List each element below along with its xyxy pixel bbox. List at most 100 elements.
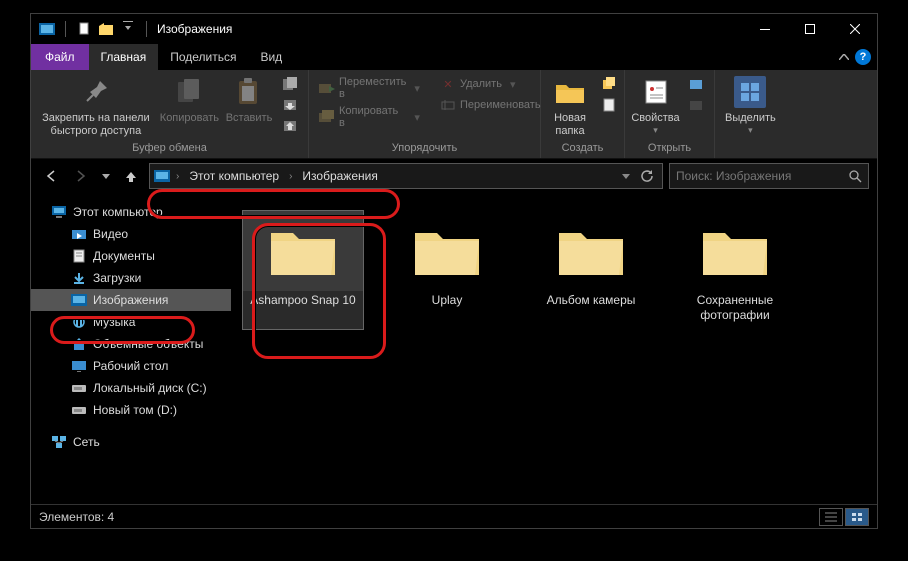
properties-icon (640, 76, 672, 108)
copy-icon (173, 76, 205, 108)
tree-item-icon (71, 314, 87, 330)
open-item-1[interactable] (684, 74, 708, 94)
new-group-label: Создать (547, 140, 618, 156)
tree-item-2[interactable]: Загрузки (31, 267, 231, 289)
folder-label: Ashampoo Snap 10 (248, 291, 357, 314)
search-placeholder: Поиск: Изображения (676, 169, 791, 183)
ribbon: Закрепить на панели быстрого доступа Коп… (31, 70, 877, 159)
tab-file[interactable]: Файл (31, 44, 89, 70)
tree-item-7[interactable]: Локальный диск (C:) (31, 377, 231, 399)
maximize-button[interactable] (787, 14, 832, 44)
search-box[interactable]: Поиск: Изображения (669, 163, 869, 189)
tree-item-0[interactable]: Видео (31, 223, 231, 245)
folder-icon (387, 211, 507, 291)
tree-item-icon (71, 270, 87, 286)
breadcrumb[interactable]: › Этот компьютер › Изображения (149, 163, 663, 189)
pin-icon (80, 76, 112, 108)
paste-shortcut-3[interactable] (278, 116, 302, 136)
folder-item[interactable]: Сохраненные фотографии (675, 211, 795, 329)
navigation-pane[interactable]: Этот компьютер ВидеоДокументыЗагрузкиИзо… (31, 193, 231, 504)
history-chevron-icon[interactable] (618, 174, 634, 179)
select-button[interactable]: Выделить ▾ (721, 74, 780, 138)
copy-to-button[interactable]: Копировать в▾ (315, 103, 424, 131)
refresh-icon[interactable] (636, 169, 658, 183)
folder-item[interactable]: Uplay (387, 211, 507, 329)
tree-item-8[interactable]: Новый том (D:) (31, 399, 231, 421)
new-item-1[interactable] (597, 74, 621, 94)
qa-icon-1[interactable] (76, 21, 92, 37)
view-details-button[interactable] (819, 508, 843, 526)
view-icons-button[interactable] (845, 508, 869, 526)
paste-icon (233, 76, 265, 108)
delete-button[interactable]: ✕Удалить▾ (436, 74, 545, 94)
organize-group-label: Упорядочить (315, 140, 534, 156)
tree-item-icon (71, 380, 87, 396)
chevron-right-icon[interactable]: › (285, 171, 296, 182)
tree-item-6[interactable]: Рабочий стол (31, 355, 231, 377)
open-group-label: Открыть (631, 140, 708, 156)
network-icon (51, 434, 67, 450)
nav-up-button[interactable] (119, 164, 143, 188)
nav-forward-button[interactable] (69, 164, 93, 188)
paste-shortcut-2[interactable] (278, 95, 302, 115)
tree-item-icon (71, 358, 87, 374)
tab-view[interactable]: Вид (248, 44, 294, 70)
titlebar: Изображения (31, 14, 877, 44)
window-title: Изображения (157, 22, 232, 36)
ribbon-tabs: Файл Главная Поделиться Вид ? (31, 44, 877, 70)
tree-this-pc[interactable]: Этот компьютер (31, 201, 231, 223)
folder-label: Альбом камеры (545, 291, 638, 314)
tree-item-4[interactable]: Музыка (31, 311, 231, 333)
folder-label: Сохраненные фотографии (675, 291, 795, 329)
tree-item-3[interactable]: Изображения (31, 289, 231, 311)
breadcrumb-root-icon (154, 168, 170, 184)
close-button[interactable] (832, 14, 877, 44)
nav-history-button[interactable] (99, 164, 113, 188)
folder-icon (243, 211, 363, 291)
clipboard-group-label: Буфер обмена (37, 140, 302, 156)
tree-item-icon (71, 336, 87, 352)
chevron-right-icon[interactable]: › (172, 171, 183, 182)
tree-item-icon (71, 402, 87, 418)
folder-label: Uplay (430, 291, 465, 314)
tree-item-icon (71, 292, 87, 308)
paste-button[interactable]: Вставить (224, 74, 274, 127)
nav-back-button[interactable] (39, 164, 63, 188)
copy-button[interactable]: Копировать (159, 74, 220, 127)
open-item-2[interactable] (684, 95, 708, 115)
qa-icon-2[interactable] (98, 21, 114, 37)
help-icon[interactable]: ? (855, 49, 871, 65)
tree-network[interactable]: Сеть (31, 431, 231, 453)
folder-icon (675, 211, 795, 291)
tree-item-icon (71, 226, 87, 242)
move-to-button[interactable]: Переместить в▾ (315, 74, 424, 102)
search-icon (848, 169, 862, 183)
tree-item-1[interactable]: Документы (31, 245, 231, 267)
select-icon (734, 76, 766, 108)
properties-button[interactable]: Свойства ▾ (631, 74, 680, 138)
minimize-button[interactable] (742, 14, 787, 44)
tree-item-5[interactable]: Объемные объекты (31, 333, 231, 355)
collapse-ribbon-icon[interactable] (839, 54, 849, 60)
folder-item[interactable]: Ashampoo Snap 10 (243, 211, 363, 329)
content-area[interactable]: Ashampoo Snap 10 Uplay Альбом камеры Сохран… (231, 193, 877, 504)
new-folder-button[interactable]: Новая папка (547, 74, 593, 140)
tree-item-icon (71, 248, 87, 264)
tab-share[interactable]: Поделиться (158, 44, 248, 70)
breadcrumb-part-0[interactable]: Этот компьютер (185, 169, 283, 183)
breadcrumb-part-1[interactable]: Изображения (298, 169, 381, 183)
address-bar-row: › Этот компьютер › Изображения Поиск: Из… (31, 159, 877, 193)
folder-icon (531, 211, 651, 291)
rename-button[interactable]: Переименовать (436, 95, 545, 115)
new-item-2[interactable] (597, 95, 621, 115)
file-explorer-window: Изображения Файл Главная Поделиться Вид … (30, 13, 878, 529)
new-folder-icon (554, 76, 586, 108)
explorer-icon (39, 21, 55, 37)
tab-home[interactable]: Главная (89, 44, 159, 70)
dropdown-icon[interactable] (120, 21, 136, 37)
folder-item[interactable]: Альбом камеры (531, 211, 651, 329)
pin-quick-access-button[interactable]: Закрепить на панели быстрого доступа (37, 74, 155, 140)
status-text: Элементов: 4 (39, 510, 114, 524)
paste-shortcut-1[interactable] (278, 74, 302, 94)
status-bar: Элементов: 4 (31, 504, 877, 528)
